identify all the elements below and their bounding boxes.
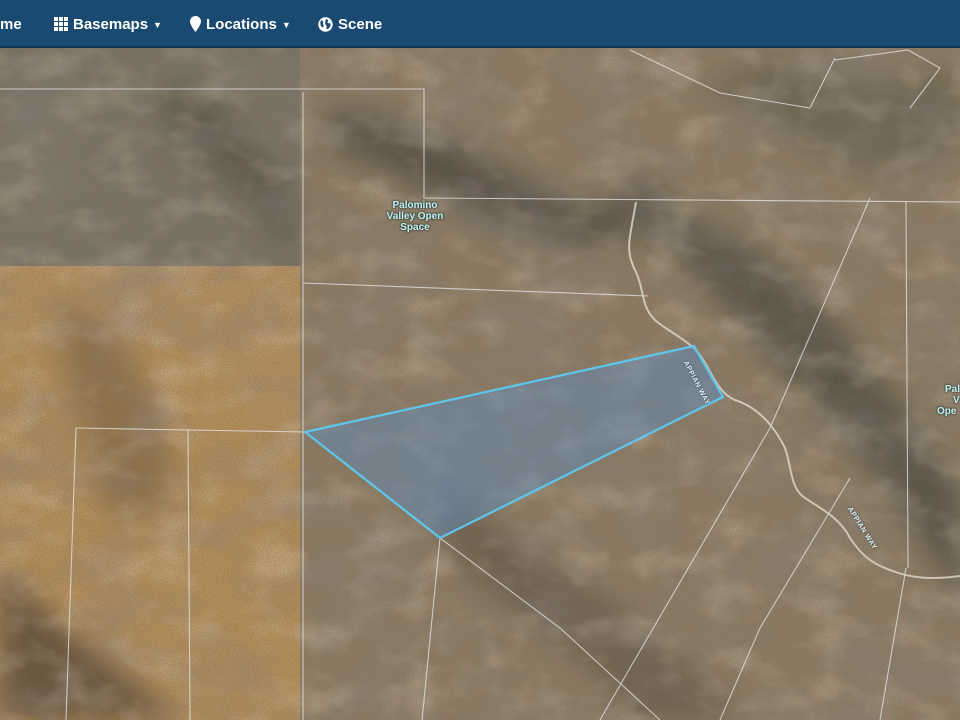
globe-icon xyxy=(318,16,333,32)
map-pin-icon xyxy=(190,16,201,32)
chevron-down-icon: ▼ xyxy=(281,20,291,30)
nav-scene-label: Scene xyxy=(338,15,383,33)
nav-home[interactable]: me xyxy=(0,0,22,48)
open-space-label-main: Palomino Valley Open Space xyxy=(372,200,458,233)
nav-home-label: me xyxy=(0,15,22,33)
satellite-imagery xyxy=(0,48,960,720)
open-space-label-right: Pal V Ope xyxy=(932,384,960,417)
top-navbar: me Basemaps ▼ Locations ▼ Scene xyxy=(0,0,960,48)
map-view[interactable]: Palomino Valley Open Space Pal V Ope APP… xyxy=(0,48,960,720)
nav-scene[interactable]: Scene xyxy=(318,0,382,48)
grid-icon xyxy=(54,17,68,31)
chevron-down-icon: ▼ xyxy=(153,20,162,30)
open-space-label-line-3: Space xyxy=(400,222,430,233)
nav-locations-label: Locations xyxy=(206,15,277,33)
open-space-right-line-3: Ope xyxy=(937,406,957,417)
nav-locations[interactable]: Locations ▼ xyxy=(190,0,291,48)
open-space-label-line-1: Palomino xyxy=(392,200,438,211)
open-space-label-line-2: Valley Open xyxy=(386,211,444,222)
nav-basemaps-label: Basemaps xyxy=(73,15,149,33)
open-space-right-line-1: Pal xyxy=(945,384,960,395)
open-space-right-line-2: V xyxy=(953,395,960,406)
nav-basemaps[interactable]: Basemaps ▼ xyxy=(54,0,162,48)
